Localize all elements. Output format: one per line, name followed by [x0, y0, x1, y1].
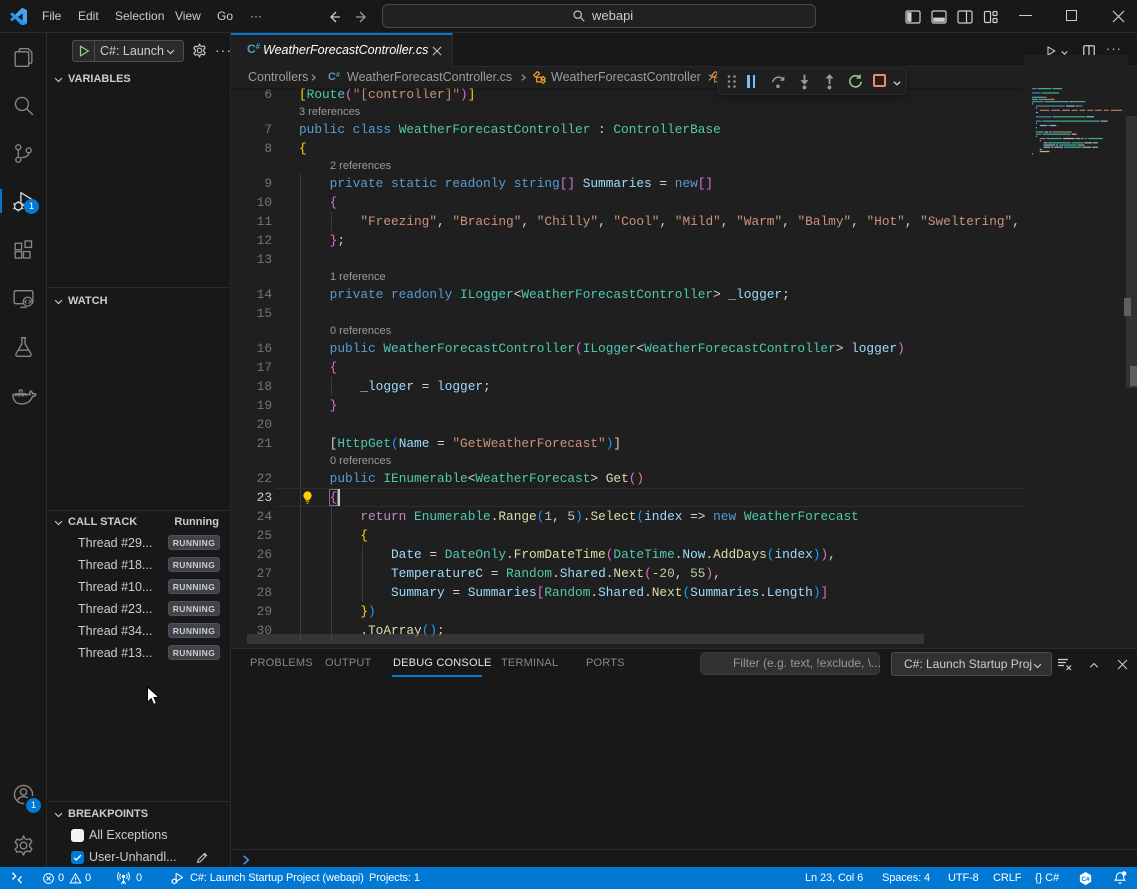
- svg-text:C#: C#: [1081, 876, 1090, 883]
